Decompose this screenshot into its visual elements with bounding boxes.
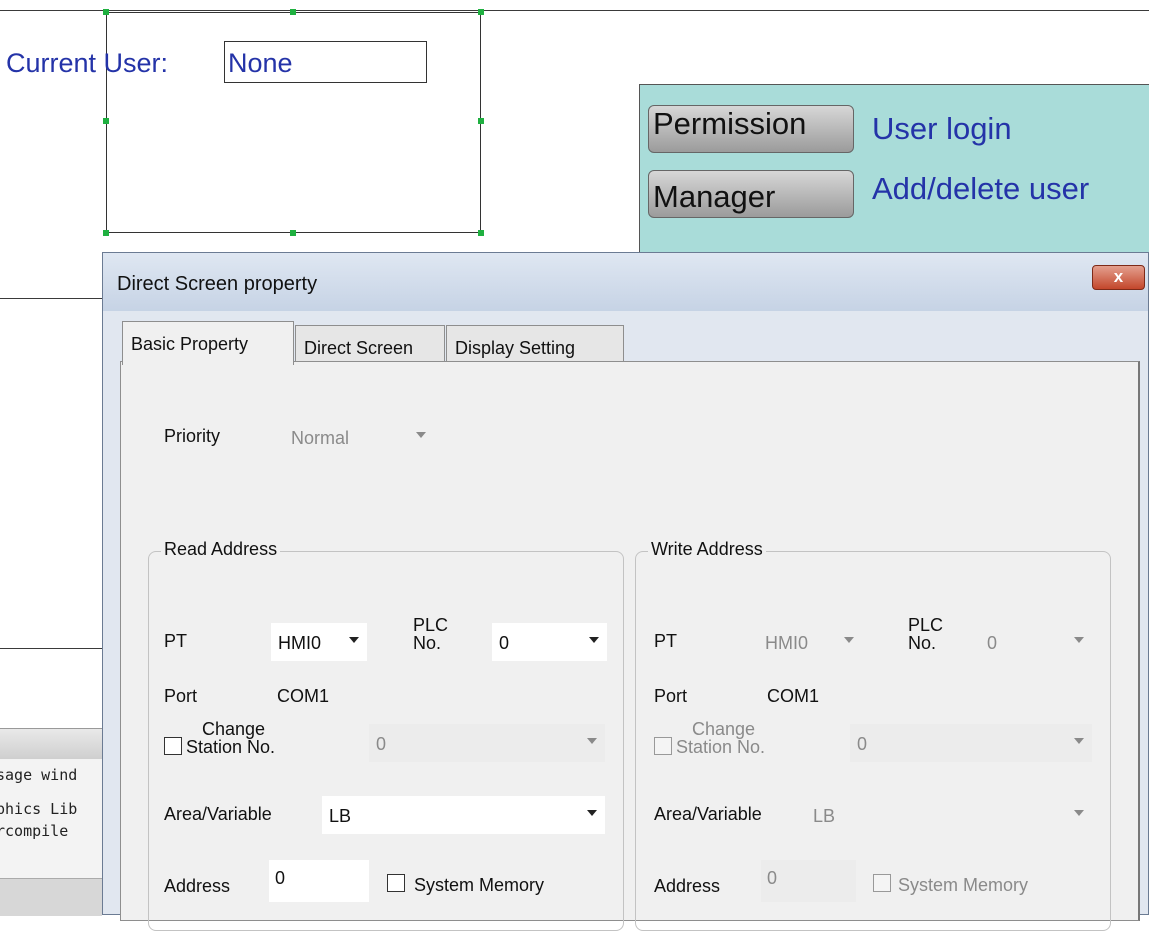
write-port-label: Port	[654, 686, 688, 706]
write-change-label-line1: Change	[692, 719, 756, 739]
tab-direct-screen[interactable]: Direct Screen	[295, 325, 445, 363]
write-change-station-checkbox[interactable]	[654, 737, 672, 755]
resize-handle[interactable]	[478, 9, 484, 15]
chevron-down-icon	[1074, 637, 1084, 643]
write-plc-label: PLC No.	[908, 616, 943, 652]
read-change-label-line2: Station No.	[186, 737, 276, 757]
close-icon: x	[1113, 267, 1124, 286]
close-button[interactable]: x	[1092, 265, 1145, 290]
write-area-value: LB	[813, 806, 836, 826]
current-user-label: Current User:	[6, 48, 169, 78]
write-port-value: COM1	[767, 686, 820, 706]
write-address-label: Address	[654, 876, 721, 896]
permission-description: User login	[872, 111, 1012, 146]
message-line: sage wind	[0, 766, 78, 784]
read-plc-label-line2: No.	[413, 633, 442, 653]
chevron-down-icon	[1074, 810, 1084, 816]
chevron-down-icon	[416, 432, 426, 438]
read-address-label: Address	[164, 876, 231, 896]
write-address-input[interactable]: 0	[761, 860, 856, 902]
write-plc-label-line1: PLC	[908, 615, 944, 635]
resize-handle[interactable]	[290, 230, 296, 236]
resize-handle[interactable]	[478, 118, 484, 124]
chevron-down-icon	[587, 810, 597, 816]
read-system-memory-checkbox[interactable]	[387, 874, 405, 892]
read-port-label: Port	[164, 686, 198, 706]
read-port-value: COM1	[277, 686, 330, 706]
user-panel: Permission User login Manager Add/delete…	[639, 84, 1149, 260]
resize-handle[interactable]	[103, 230, 109, 236]
priority-label: Priority	[164, 426, 221, 446]
read-area-select[interactable]: LB	[322, 796, 605, 834]
read-system-memory-label: System Memory	[414, 875, 545, 895]
read-pt-value: HMI0	[278, 633, 322, 653]
chevron-down-icon	[1074, 738, 1084, 744]
read-plc-value: 0	[499, 633, 510, 653]
write-pt-value: HMI0	[765, 633, 809, 653]
basic-property-page: Priority Normal Read Address PT HMI0 PLC…	[120, 361, 1140, 931]
permission-button[interactable]: Permission	[648, 105, 854, 153]
write-area-select[interactable]: LB	[806, 796, 1092, 834]
write-address-title: Write Address	[648, 539, 766, 560]
read-plc-label: PLC No.	[413, 616, 448, 652]
write-system-memory-label: System Memory	[898, 875, 1029, 895]
write-pt-label: PT	[654, 631, 678, 651]
message-window-footer	[0, 878, 102, 916]
tab-basic-property[interactable]: Basic Property	[122, 321, 294, 365]
read-change-label-line1: Change	[202, 719, 266, 739]
read-change-station-checkbox[interactable]	[164, 737, 182, 755]
message-window-tabbar	[0, 728, 102, 759]
write-station-select[interactable]: 0	[850, 724, 1092, 762]
canvas-line-left-2	[0, 648, 102, 649]
read-station-select[interactable]: 0	[369, 724, 605, 762]
read-pt-label: PT	[164, 631, 188, 651]
write-plc-label-line2: No.	[908, 633, 937, 653]
write-area-label: Area/Variable	[654, 804, 762, 824]
dialog-titlebar[interactable]: Direct Screen property x	[103, 253, 1148, 311]
chevron-down-icon	[589, 637, 599, 643]
write-plc-select[interactable]: 0	[980, 623, 1092, 661]
read-area-label: Area/Variable	[164, 804, 272, 824]
read-area-value: LB	[329, 806, 352, 826]
resize-handle[interactable]	[478, 230, 484, 236]
message-line: phics Lib	[0, 800, 78, 818]
canvas-line-left-1	[0, 298, 102, 299]
tab-display-setting[interactable]: Display Setting	[446, 325, 624, 363]
current-user-value[interactable]: None	[224, 41, 427, 83]
write-plc-value: 0	[987, 633, 998, 653]
manager-description: Add/delete user	[872, 171, 1090, 206]
chevron-down-icon	[587, 738, 597, 744]
read-address-group: Read Address PT HMI0 PLC No. 0 Port COM1…	[148, 539, 624, 931]
message-line: rcompile	[0, 822, 69, 840]
read-pt-select[interactable]: HMI0	[271, 623, 367, 661]
read-plc-label-line1: PLC	[413, 615, 449, 635]
manager-button[interactable]: Manager	[648, 170, 854, 218]
resize-handle[interactable]	[103, 9, 109, 15]
resize-handle[interactable]	[103, 118, 109, 124]
read-plc-select[interactable]: 0	[492, 623, 607, 661]
write-change-label-line2: Station No.	[676, 737, 766, 757]
write-pt-select[interactable]: HMI0	[758, 623, 862, 661]
write-system-memory-checkbox[interactable]	[873, 874, 891, 892]
read-station-value: 0	[376, 734, 387, 754]
write-address-group: Write Address PT HMI0 PLC No. 0 Port COM…	[635, 539, 1111, 931]
direct-screen-property-dialog: Direct Screen property x Basic Property …	[102, 252, 1149, 931]
chevron-down-icon	[844, 637, 854, 643]
canvas-line-top	[0, 10, 1149, 11]
priority-select[interactable]: Normal	[284, 418, 434, 456]
read-address-title: Read Address	[161, 539, 281, 560]
chevron-down-icon	[349, 637, 359, 643]
write-change-station-label: Change Station No.	[676, 720, 765, 756]
dialog-title: Direct Screen property	[117, 273, 318, 295]
read-change-station-label: Change Station No.	[186, 720, 275, 756]
resize-handle[interactable]	[290, 9, 296, 15]
write-station-value: 0	[857, 734, 868, 754]
priority-value: Normal	[291, 428, 350, 448]
read-address-input[interactable]: 0	[269, 860, 369, 902]
